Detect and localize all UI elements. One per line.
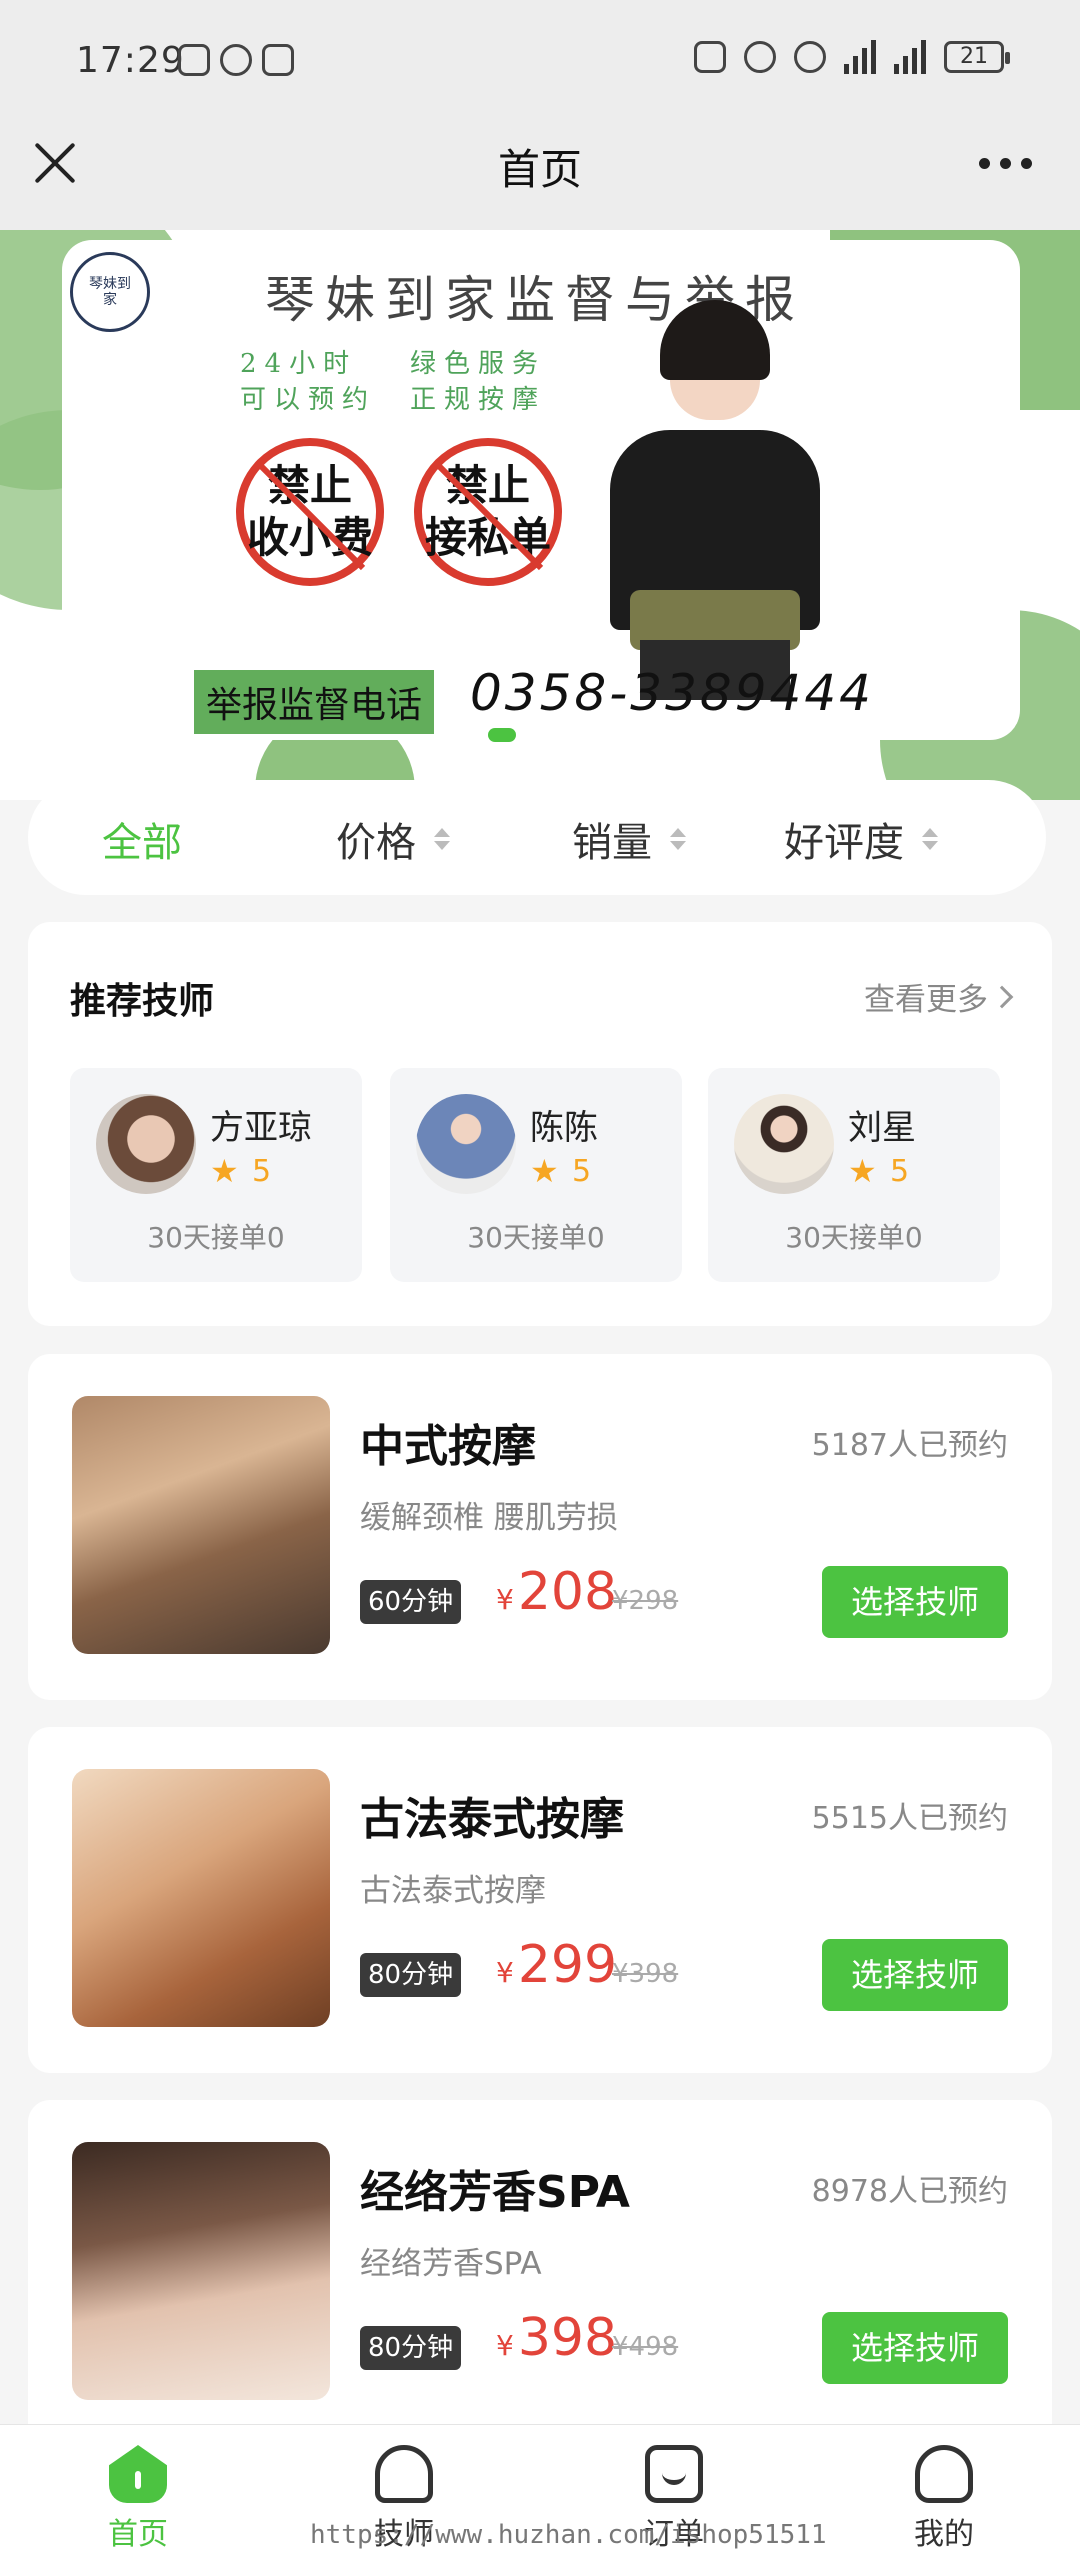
service-image: [72, 1769, 330, 2027]
alarm-icon: [744, 41, 776, 73]
service-image: [72, 2142, 330, 2400]
star-icon: ★: [210, 1152, 239, 1190]
sort-arrows-icon: [670, 828, 686, 850]
service-card[interactable]: 古法泰式按摩 5515人已预约 古法泰式按摩 80分钟 ¥299 ¥398 选择…: [28, 1727, 1052, 2073]
hand-icon: [178, 44, 210, 76]
booking-count: 5515人已预约: [811, 1801, 1008, 1836]
technician-card[interactable]: 刘星 ★ 5 30天接单0: [708, 1068, 1000, 1282]
sort-bar: 全部 价格 销量 好评度: [28, 780, 1046, 895]
original-price: ¥298: [612, 1586, 679, 1616]
star-icon: ★: [530, 1152, 559, 1190]
more-icon[interactable]: [979, 158, 1032, 169]
duration-badge: 80分钟: [360, 1953, 462, 1997]
banner-feature-left: 24小时 可以预约: [240, 349, 377, 415]
promo-banner[interactable]: 琴妹到家 琴妹到家监督与举报 24小时 可以预约 绿色服务 正规按摩 禁止 收小费…: [0, 230, 1080, 800]
service-image: [72, 1396, 330, 1654]
home-icon: [109, 2445, 167, 2503]
service-name: 古法泰式按摩: [360, 1794, 624, 1845]
chat-icon: [220, 44, 252, 76]
service-card[interactable]: 中式按摩 5187人已预约 缓解颈椎 腰肌劳损 60分钟 ¥208 ¥298 选…: [28, 1354, 1052, 1700]
battery-icon: 21: [944, 41, 1010, 73]
no-private-order-sign: 禁止 接私单: [414, 438, 562, 586]
sort-arrows-icon: [922, 828, 938, 850]
select-technician-button[interactable]: 选择技师: [822, 1566, 1008, 1638]
technician-card[interactable]: 陈陈 ★ 5 30天接单0: [390, 1068, 682, 1282]
sort-tab-all[interactable]: 全部: [102, 810, 182, 868]
avatar: [96, 1094, 196, 1194]
tab-profile[interactable]: 我的: [864, 2445, 1024, 2553]
service-description: 经络芳香SPA: [360, 2246, 542, 2282]
watermark-text: https://www.huzhan.com/ishop51511: [310, 2520, 827, 2550]
sort-tab-price[interactable]: 价格: [336, 810, 450, 868]
banner-model-image: [590, 300, 840, 700]
carousel-indicator[interactable]: [488, 728, 516, 742]
signal-icon: [844, 40, 876, 74]
sort-tab-rating[interactable]: 好评度: [784, 810, 938, 868]
section-title: 推荐技师: [70, 981, 215, 1022]
tab-home[interactable]: 首页: [58, 2445, 218, 2553]
recommended-technicians: 推荐技师 查看更多 方亚琼 ★ 5 30天接单0 陈陈 ★ 5 30天接单0 刘…: [28, 922, 1052, 1326]
banner-feature-right: 绿色服务 正规按摩: [410, 349, 547, 415]
no-tipping-sign: 禁止 收小费: [236, 438, 384, 586]
wifi-icon: [794, 41, 826, 73]
page-title: 首页: [497, 145, 582, 194]
nav-bar: 首页: [0, 100, 1080, 230]
service-description: 古法泰式按摩: [360, 1873, 546, 1909]
service-name: 中式按摩: [360, 1421, 536, 1472]
original-price: ¥398: [612, 1959, 679, 1989]
nfc-icon: [694, 41, 726, 73]
star-icon: ★: [848, 1152, 877, 1190]
service-description: 缓解颈椎 腰肌劳损: [360, 1500, 618, 1536]
technician-card[interactable]: 方亚琼 ★ 5 30天接单0: [70, 1068, 362, 1282]
see-more-link[interactable]: 查看更多: [864, 974, 1014, 1019]
technician-icon: [375, 2445, 433, 2503]
report-phone-label: 举报监督电话: [194, 670, 435, 734]
select-technician-button[interactable]: 选择技师: [822, 1939, 1008, 2011]
select-technician-button[interactable]: 选择技师: [822, 2312, 1008, 2384]
sort-tab-sales[interactable]: 销量: [572, 810, 686, 868]
service-price: ¥208: [496, 1562, 618, 1622]
service-price: ¥398: [496, 2308, 618, 2368]
service-card[interactable]: 经络芳香SPA 8978人已预约 经络芳香SPA 80分钟 ¥398 ¥498 …: [28, 2100, 1052, 2446]
service-name: 经络芳香SPA: [360, 2167, 630, 2218]
booking-count: 8978人已预约: [811, 2174, 1008, 2209]
order-icon: [645, 2445, 703, 2503]
duration-badge: 80分钟: [360, 2326, 462, 2370]
avatar: [416, 1094, 516, 1194]
avatar: [734, 1094, 834, 1194]
original-price: ¥498: [612, 2332, 679, 2362]
signal-icon: [894, 40, 926, 74]
chevron-right-icon: [990, 985, 1014, 1008]
report-phone-number: 0358-3389444: [470, 664, 874, 722]
mail-icon: [262, 44, 294, 76]
booking-count: 5187人已预约: [811, 1428, 1008, 1463]
service-price: ¥299: [496, 1935, 618, 1995]
profile-icon: [915, 2445, 973, 2503]
duration-badge: 60分钟: [360, 1580, 462, 1624]
brand-logo: 琴妹到家: [70, 252, 150, 332]
sort-arrows-icon: [434, 828, 450, 850]
status-time: 17:29: [76, 40, 185, 81]
